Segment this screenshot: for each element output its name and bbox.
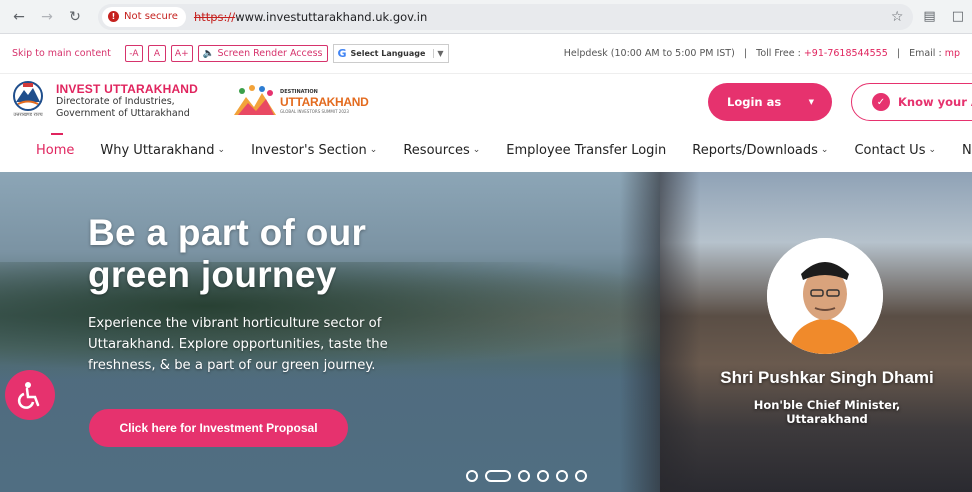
chevron-down-icon: ▼ <box>808 98 814 106</box>
login-label: Login as <box>727 95 782 109</box>
chief-minister-title: Hon'ble Chief Minister, Uttarakhand <box>697 398 957 426</box>
nav-label: Resources <box>403 142 470 158</box>
warning-icon: ! <box>108 11 119 22</box>
language-select[interactable]: G Select Language ▼ <box>332 44 449 63</box>
carousel-dot-5[interactable] <box>556 470 568 482</box>
carousel-dot-6[interactable] <box>575 470 587 482</box>
email-link[interactable]: mp <box>945 48 960 59</box>
hero-title-line2: green journey <box>88 254 337 295</box>
bookmark-star-icon[interactable]: ☆ <box>891 9 904 25</box>
nav-label: Why Uttarakhand <box>100 142 215 158</box>
toll-free-number[interactable]: +91-7618544555 <box>804 48 888 59</box>
nav-label: Need <box>962 142 972 158</box>
uttarakhand-emblem-logo[interactable]: उत्तराखण्ड राज्य <box>6 80 50 122</box>
destination-name: UTTARAKHAND <box>280 95 369 109</box>
back-icon[interactable]: ← <box>8 6 30 28</box>
accessibility-icon[interactable] <box>5 370 55 420</box>
utility-bar: Skip to main content -A A A+ 🔈 Screen Re… <box>0 34 972 74</box>
font-decrease-button[interactable]: -A <box>124 45 143 62</box>
carousel-dot-4[interactable] <box>537 470 549 482</box>
chevron-down-icon: ▼ <box>433 49 444 58</box>
brand-subtitle-line1: Directorate of Industries, <box>56 96 175 107</box>
brand-subtitle-line2: Government of Uttarakhand <box>56 108 190 119</box>
brand-block[interactable]: INVEST UTTARAKHAND Directorate of Indust… <box>56 82 198 120</box>
security-chip[interactable]: ! Not secure <box>102 6 186 27</box>
hero-description: Experience the vibrant horticulture sect… <box>88 316 388 373</box>
cm-title-line2: Uttarakhand <box>786 412 868 426</box>
divider: | <box>896 48 901 59</box>
nav-need-help[interactable]: Need <box>962 143 972 158</box>
nav-resources[interactable]: Resources ⌄ <box>403 143 480 158</box>
chevron-down-icon: ⌄ <box>472 145 481 155</box>
google-icon: G <box>337 47 347 60</box>
helpdesk-hours: Helpdesk (10:00 AM to 5:00 PM IST) <box>563 48 735 59</box>
extensions-icon[interactable]: ▤ <box>923 9 935 24</box>
font-increase-button[interactable]: A+ <box>170 45 193 62</box>
carousel-indicators <box>466 470 587 482</box>
hero-banner: Be a part of our green journey Experienc… <box>0 172 972 492</box>
screen-reader-label: Screen Render Access <box>217 48 323 59</box>
know-your-approval-button[interactable]: ✓ Know your Ap <box>851 83 972 121</box>
tab-search-icon[interactable]: □ <box>952 9 964 24</box>
speaker-icon: 🔈 <box>202 48 215 59</box>
carousel-dot-2-active[interactable] <box>485 470 511 482</box>
font-normal-button[interactable]: A <box>147 45 166 62</box>
destination-tagline: GLOBAL INVESTORS SUMMIT 2023 <box>280 109 349 114</box>
main-navigation: Home Why Uttarakhand ⌄ Investor's Section… <box>0 128 972 172</box>
url-scheme: https:// <box>193 9 236 24</box>
carousel-dot-3[interactable] <box>518 470 530 482</box>
forward-icon[interactable]: → <box>36 6 58 28</box>
login-as-button[interactable]: Login as ▼ <box>708 83 832 121</box>
language-label: Select Language <box>350 49 426 58</box>
address-bar[interactable]: ! Not secure https://www.investuttarakha… <box>98 3 914 30</box>
chief-minister-name: Shri Pushkar Singh Dhami <box>720 368 934 387</box>
know-label: Know your Ap <box>898 95 972 109</box>
nav-label: Reports/Downloads <box>692 142 818 158</box>
cm-title-line1: Hon'ble Chief Minister, <box>753 398 901 412</box>
security-label: Not secure <box>124 11 178 22</box>
nav-label: Contact Us <box>854 142 926 158</box>
nav-reports-downloads[interactable]: Reports/Downloads ⌄ <box>692 143 828 158</box>
nav-why-uttarakhand[interactable]: Why Uttarakhand ⌄ <box>100 143 225 158</box>
reload-icon[interactable]: ↻ <box>64 6 86 28</box>
browser-toolbar: ← → ↻ ! Not secure https://www.investutt… <box>0 0 972 34</box>
carousel-dot-1[interactable] <box>466 470 478 482</box>
hero-title-line1: Be a part of our <box>88 212 367 253</box>
toll-free-label: Toll Free : <box>756 48 801 59</box>
chevron-down-icon: ⌄ <box>820 145 829 155</box>
chevron-down-icon: ⌄ <box>369 145 378 155</box>
site-header: उत्तराखण्ड राज्य INVEST UTTARAKHAND Dire… <box>0 74 972 128</box>
screen-reader-button[interactable]: 🔈 Screen Render Access <box>197 45 328 62</box>
nav-employee-transfer-login[interactable]: Employee Transfer Login <box>506 143 666 158</box>
nav-label: Investor's Section <box>251 142 367 158</box>
contact-info: Helpdesk (10:00 AM to 5:00 PM IST) | Tol… <box>564 48 960 59</box>
destination-uttarakhand-logo[interactable]: DESTINATION UTTARAKHAND GLOBAL INVESTORS… <box>232 81 369 121</box>
chevron-down-icon: ⌄ <box>928 145 937 155</box>
nav-home[interactable]: Home <box>36 132 75 158</box>
divider: | <box>743 48 748 59</box>
url-host: www.investuttarakhand.uk.gov.in <box>235 9 428 24</box>
hero-title: Be a part of our green journey <box>88 212 366 296</box>
nav-investors-section[interactable]: Investor's Section ⌄ <box>251 143 377 158</box>
skip-to-content-link[interactable]: Skip to main content <box>12 48 111 59</box>
chevron-down-icon: ⌄ <box>217 145 226 155</box>
nav-contact-us[interactable]: Contact Us ⌄ <box>854 143 936 158</box>
nav-label: Home <box>36 142 75 158</box>
check-badge-icon: ✓ <box>872 93 890 111</box>
investment-proposal-button[interactable]: Click here for Investment Proposal <box>89 409 348 447</box>
brand-title: INVEST UTTARAKHAND <box>56 82 199 96</box>
nav-label: Employee Transfer Login <box>506 142 667 158</box>
chief-minister-portrait <box>767 238 883 354</box>
email-label: Email : <box>909 48 942 59</box>
emblem-caption: उत्तराखण्ड राज्य <box>13 112 43 118</box>
